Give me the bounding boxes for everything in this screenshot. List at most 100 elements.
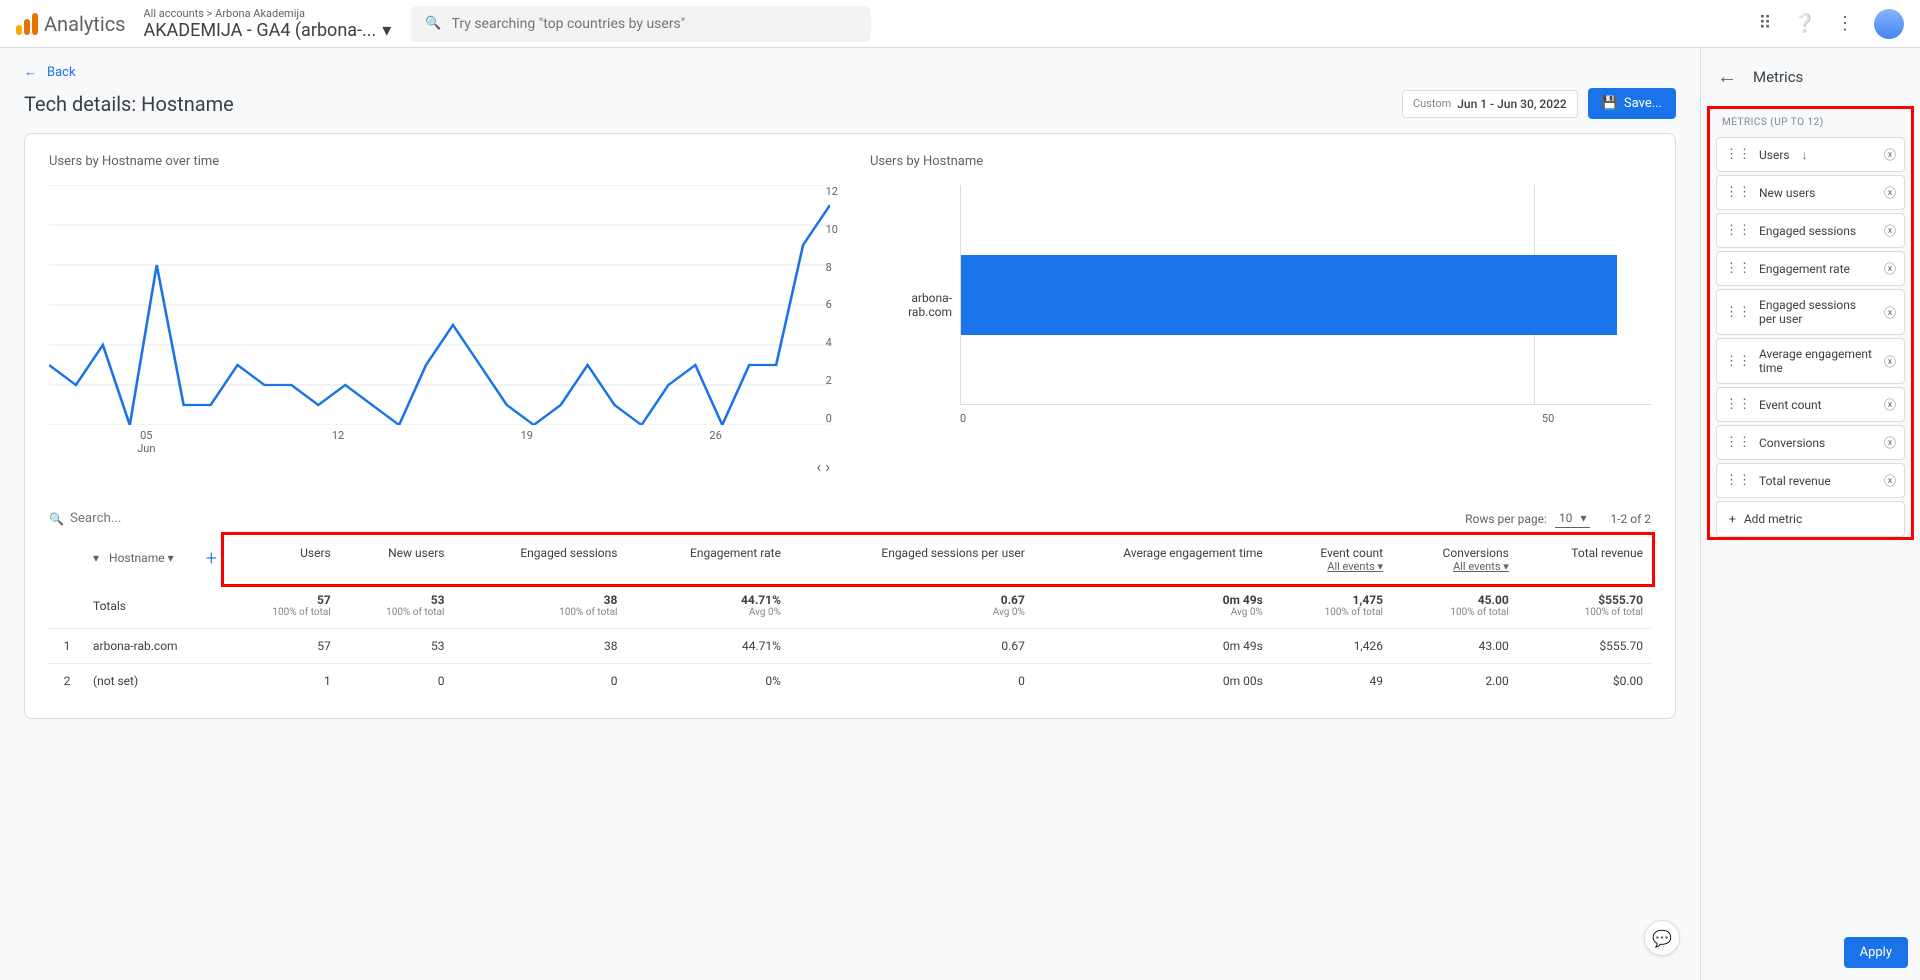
header-actions: ⠿ ❔ ⋮ xyxy=(1758,9,1904,39)
remove-icon[interactable]: ⓧ xyxy=(1884,304,1896,321)
col-engagement-rate[interactable]: Engagement rate xyxy=(625,536,788,583)
back-label: Back xyxy=(47,65,76,80)
remove-icon[interactable]: ⓧ xyxy=(1884,146,1896,163)
arrow-left-icon: ← xyxy=(24,64,37,80)
chevron-down-icon: ▾ xyxy=(1580,511,1586,525)
content-area: ← Back Tech details: Hostname Custom Jun… xyxy=(0,48,1700,980)
app-header: Analytics All accounts > Arbona Akademij… xyxy=(0,0,1920,48)
line-x-ticks: 05Jun121926 xyxy=(49,429,830,455)
date-range-text: Jun 1 - Jun 30, 2022 xyxy=(1457,97,1566,111)
line-chart: Users by Hostname over time xyxy=(49,154,830,476)
col-revenue[interactable]: Total revenue xyxy=(1517,536,1651,583)
event-count-filter[interactable]: All events ▾ xyxy=(1279,560,1383,573)
dimension-header[interactable]: Hostname ▾ xyxy=(109,551,174,565)
metric-label: Engaged sessions per user xyxy=(1759,298,1876,326)
search-icon: 🔍 xyxy=(425,16,441,31)
metric-item[interactable]: ⋮⋮ Total revenue ⓧ xyxy=(1716,463,1905,498)
col-engaged-sessions[interactable]: Engaged sessions xyxy=(452,536,625,583)
metric-label: Event count xyxy=(1759,398,1822,412)
chevron-down-icon[interactable]: ▾ xyxy=(93,551,99,565)
metric-item[interactable]: ⋮⋮Users↓ⓧ xyxy=(1716,137,1905,172)
remove-icon[interactable]: ⓧ xyxy=(1884,353,1896,370)
chevron-down-icon: ▾ xyxy=(382,20,391,41)
search-box[interactable]: 🔍 xyxy=(411,6,871,42)
metric-item[interactable]: ⋮⋮Conversionsⓧ xyxy=(1716,425,1905,460)
drag-icon: ⋮⋮ xyxy=(1725,354,1751,369)
feedback-button[interactable]: 💬 xyxy=(1644,920,1680,956)
col-new-users[interactable]: New users xyxy=(339,536,453,583)
drag-icon: ⋮⋮ xyxy=(1725,185,1751,200)
metric-item[interactable]: ⋮⋮ Average engagement time ⓧ xyxy=(1716,338,1905,384)
avatar[interactable] xyxy=(1874,9,1904,39)
table-row[interactable]: 1arbona-rab.com57533844.71%0.670m 49s1,4… xyxy=(49,629,1651,664)
col-event-count[interactable]: Event count All events ▾ xyxy=(1271,536,1391,583)
logo-area: Analytics xyxy=(16,12,126,36)
col-conversions[interactable]: Conversions All events ▾ xyxy=(1391,536,1517,583)
save-icon: 💾 xyxy=(1602,96,1618,111)
apps-icon[interactable]: ⠿ xyxy=(1758,13,1773,34)
bar-chart-title: Users by Hostname xyxy=(870,154,1651,169)
line-chart-area[interactable]: 121086420 xyxy=(49,185,830,425)
arrow-left-icon[interactable]: ← xyxy=(1717,64,1737,89)
rows-per-page-label: Rows per page: xyxy=(1465,512,1547,526)
col-users[interactable]: Users xyxy=(225,536,339,583)
add-dimension-icon[interactable]: + xyxy=(206,546,217,570)
metric-item[interactable]: ⋮⋮Event countⓧ xyxy=(1716,387,1905,422)
table-header-row: ▾ Hostname ▾ + Users New users Engaged s… xyxy=(49,536,1651,583)
table-row[interactable]: 2(not set)1000%00m 00s492.00$0.00 xyxy=(49,664,1651,699)
metric-label: Total revenue xyxy=(1759,474,1831,488)
drag-icon: ⋮⋮ xyxy=(1725,473,1751,488)
remove-icon[interactable]: ⓧ xyxy=(1884,396,1896,413)
add-metric-button[interactable]: + Add metric xyxy=(1716,501,1905,537)
apply-button[interactable]: Apply xyxy=(1844,937,1908,968)
product-name: Analytics xyxy=(44,12,126,36)
metric-label: Users xyxy=(1759,148,1790,162)
row-range: 1-2 of 2 xyxy=(1610,512,1651,526)
bar-chart-area[interactable]: arbona-rab.com 0 50 xyxy=(870,185,1651,425)
metric-item[interactable]: ⋮⋮Engagement rateⓧ xyxy=(1716,251,1905,286)
report-card: Users by Hostname over time xyxy=(24,133,1676,719)
metric-item[interactable]: ⋮⋮ Engaged sessions ⓧ xyxy=(1716,213,1905,248)
help-icon[interactable]: ❔ xyxy=(1794,13,1816,34)
remove-icon[interactable]: ⓧ xyxy=(1884,222,1896,239)
more-icon[interactable]: ⋮ xyxy=(1836,13,1854,34)
col-esppu[interactable]: Engaged sessions per user xyxy=(789,536,1033,583)
metric-label: Average engagement time xyxy=(1759,347,1876,375)
metric-label: Engaged sessions xyxy=(1759,224,1856,238)
drag-icon: ⋮⋮ xyxy=(1725,261,1751,276)
metric-item[interactable]: ⋮⋮ New users ⓧ xyxy=(1716,175,1905,210)
col-aet[interactable]: Average engagement time xyxy=(1033,536,1271,583)
analytics-logo-icon xyxy=(16,13,38,35)
remove-icon[interactable]: ⓧ xyxy=(1884,260,1896,277)
back-link[interactable]: ← Back xyxy=(24,64,1676,80)
rows-per-page-select[interactable]: 10 ▾ xyxy=(1555,509,1591,528)
metric-item[interactable]: ⋮⋮Engaged sessions per userⓧ xyxy=(1716,289,1905,335)
table-controls: 🔍 Rows per page: 10 ▾ 1-2 of 2 xyxy=(49,500,1651,536)
save-label: Save... xyxy=(1624,96,1662,111)
chat-icon: 💬 xyxy=(1652,929,1672,948)
property-name: AKADEMIJA - GA4 (arbona-... xyxy=(144,20,377,41)
metrics-list-highlight: METRICS (UP TO 12) ⋮⋮Users↓ⓧ⋮⋮New usersⓧ… xyxy=(1707,106,1914,540)
drag-icon: ⋮⋮ xyxy=(1725,223,1751,238)
chart-next-icon[interactable]: › xyxy=(825,457,830,476)
bar-chart: Users by Hostname arbona-rab.com 0 50 xyxy=(870,154,1651,476)
table-search-input[interactable] xyxy=(70,511,1465,526)
side-panel-title: Metrics xyxy=(1753,68,1803,86)
account-selector[interactable]: All accounts > Arbona Akademija AKADEMIJ… xyxy=(144,7,392,41)
metric-label: Conversions xyxy=(1759,436,1825,450)
date-range-picker[interactable]: Custom Jun 1 - Jun 30, 2022 xyxy=(1402,90,1578,118)
property-select[interactable]: AKADEMIJA - GA4 (arbona-... ▾ xyxy=(144,20,392,41)
chart-prev-icon[interactable]: ‹ xyxy=(816,457,821,476)
sort-down-icon: ↓ xyxy=(1802,148,1808,162)
save-button[interactable]: 💾 Save... xyxy=(1588,88,1676,119)
conversions-filter[interactable]: All events ▾ xyxy=(1399,560,1509,573)
search-icon: 🔍 xyxy=(49,512,64,526)
plus-icon: + xyxy=(1729,512,1736,526)
remove-icon[interactable]: ⓧ xyxy=(1884,434,1896,451)
search-input[interactable] xyxy=(452,16,858,32)
remove-icon[interactable]: ⓧ xyxy=(1884,184,1896,201)
account-breadcrumb: All accounts > Arbona Akademija xyxy=(144,7,392,20)
line-y-ticks: 121086420 xyxy=(826,185,838,425)
metric-label: New users xyxy=(1759,186,1815,200)
remove-icon[interactable]: ⓧ xyxy=(1884,472,1896,489)
